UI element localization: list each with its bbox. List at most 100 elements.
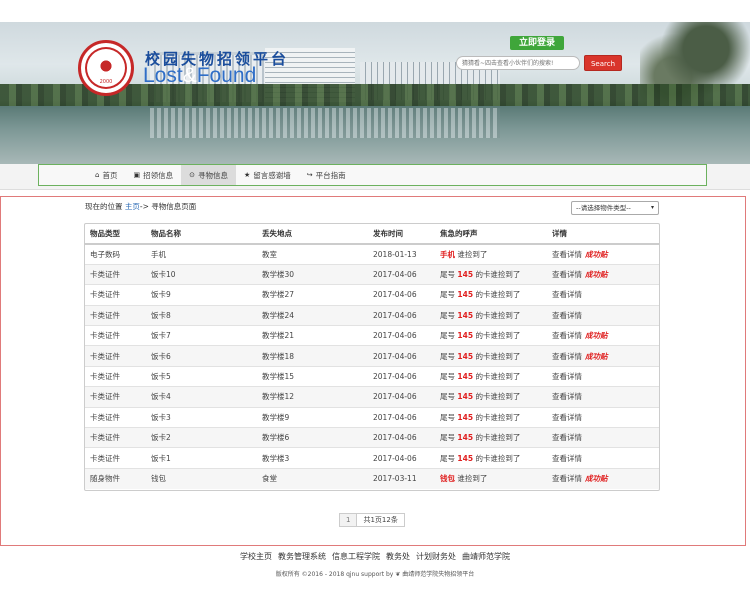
table-row: 卡类证件 饭卡6 教学楼18 2017-04-06 尾号 145 的卡谁捡到了 查看详情成… [85, 345, 659, 367]
footer-link[interactable]: 计划财务处 [416, 552, 456, 561]
share-icon: ↪ [306, 171, 313, 179]
success-badge: 成功贴 [585, 331, 608, 341]
search-input[interactable] [456, 56, 580, 70]
pagination: 1 共1页12条 [339, 513, 405, 527]
call-prefix: 尾号 [440, 392, 455, 402]
nav-menu: ⌂ 首页 ▣ 招领信息 ⊙ 寻物信息 ★ 留言感谢墙 ↪ 平台指南 [38, 164, 707, 186]
view-details-link[interactable]: 查看详情 [552, 433, 582, 442]
view-details-link[interactable]: 查看详情 [552, 290, 582, 299]
search-button[interactable]: Search [584, 55, 622, 71]
call-prefix: 尾号 [440, 372, 455, 382]
footer-link[interactable]: 信息工程学院 [332, 552, 380, 561]
view-details-link[interactable]: 查看详情 [552, 413, 582, 422]
view-details-link[interactable]: 查看详情 [552, 270, 582, 279]
cell-call: 尾号 145 的卡谁捡到了 [435, 447, 547, 469]
cell-call: 尾号 145 的卡谁捡到了 [435, 263, 547, 285]
call-prefix: 尾号 [440, 412, 455, 422]
cell-detail: 查看详情 成功贴 [547, 243, 659, 265]
cell-place: 教学楼27 [257, 284, 368, 306]
cell-detail: 查看详情 [547, 427, 659, 448]
subtitle-amp: & [182, 64, 197, 87]
page-1-button[interactable]: 1 [339, 513, 358, 527]
cell-name: 饭卡1 [146, 447, 257, 469]
footer-link[interactable]: 曲靖师范学院 [462, 552, 510, 561]
cell-place: 教学楼18 [257, 345, 368, 367]
chevron-down-icon: ▾ [650, 204, 654, 211]
cell-type: 卡类证件 [85, 325, 146, 346]
leaf-icon: ❦ [395, 571, 401, 578]
navbar: ⌂ 首页 ▣ 招领信息 ⊙ 寻物信息 ★ 留言感谢墙 ↪ 平台指南 [0, 164, 750, 190]
footer-link[interactable]: 教务处 [386, 552, 410, 561]
cell-time: 2017-04-06 [368, 427, 435, 448]
platform-name: 曲靖师范学院失物招领平台 [402, 571, 475, 578]
call-suffix: 的卡谁捡到了 [475, 310, 521, 320]
nav-item-label: 招领信息 [143, 170, 174, 180]
footer-link[interactable]: 学校主页 [240, 552, 272, 561]
cell-call: 手机 谁捡到了 [435, 243, 547, 265]
call-highlight: 145 [457, 331, 474, 341]
call-highlight: 钱包 [440, 474, 455, 484]
footer-link[interactable]: 教务管理系统 [278, 552, 326, 561]
nav-item[interactable]: ↪ 平台指南 [299, 165, 354, 185]
table-row: 卡类证件 饭卡5 教学楼15 2017-04-06 尾号 145 的卡谁捡到了 查看详情 [85, 365, 659, 387]
view-details-link[interactable]: 查看详情 [552, 250, 582, 259]
cell-place: 教学楼12 [257, 386, 368, 408]
call-suffix: 的卡谁捡到了 [475, 290, 521, 300]
nav-item[interactable]: ★ 留言感谢墙 [236, 165, 299, 185]
view-details-link[interactable]: 查看详情 [552, 331, 582, 340]
breadcrumb: 现在的位置 主页-> 寻物信息页面 [85, 201, 196, 212]
copyright: 版权所有 ©2016 - 2018 qjnu support by ❦ 曲靖师范… [0, 569, 750, 578]
nav-item[interactable]: ⊙ 寻物信息 [181, 165, 236, 185]
view-details-link[interactable]: 查看详情 [552, 474, 582, 483]
nav-item[interactable]: ⌂ 首页 [87, 165, 125, 185]
banner-reflection [150, 108, 500, 138]
view-details-link[interactable]: 查看详情 [552, 372, 582, 381]
cell-type: 卡类证件 [85, 386, 146, 408]
cell-detail: 查看详情 [547, 447, 659, 469]
call-suffix: 的卡谁捡到了 [475, 453, 521, 463]
call-prefix: 尾号 [440, 310, 455, 320]
cell-type: 随身物件 [85, 467, 146, 489]
cell-call: 尾号 145 的卡谁捡到了 [435, 325, 547, 346]
cell-call: 尾号 145 的卡谁捡到了 [435, 365, 547, 387]
call-highlight: 145 [457, 372, 474, 382]
star-icon: ★ [243, 171, 251, 179]
cell-detail: 查看详情 成功贴 [547, 325, 659, 346]
call-highlight: 145 [457, 392, 474, 402]
call-suffix: 的卡谁捡到了 [475, 372, 521, 382]
breadcrumb-separator: -> [139, 202, 149, 211]
home-icon: ⌂ [95, 171, 100, 179]
cell-detail: 查看详情 [547, 386, 659, 408]
cell-name: 饭卡2 [146, 427, 257, 448]
cell-call: 尾号 145 的卡谁捡到了 [435, 284, 547, 306]
content-frame: 现在的位置 主页-> 寻物信息页面 --请选择物件类型-- ▾ 物品类型 物品名称… [0, 196, 746, 546]
table-row: 卡类证件 饭卡1 教学楼3 2017-04-06 尾号 145 的卡谁捡到了 查看详情 [85, 447, 659, 469]
view-details-link[interactable]: 查看详情 [552, 352, 582, 361]
call-suffix: 的卡谁捡到了 [475, 331, 521, 341]
copyright-text: 版权所有 ©2016 - 2018 qjnu support by [275, 571, 394, 578]
cell-type: 电子数码 [85, 243, 146, 265]
call-suffix: 的卡谁捡到了 [475, 433, 521, 443]
nav-item-label: 平台指南 [315, 170, 346, 180]
call-prefix: 尾号 [440, 433, 455, 443]
view-details-link[interactable]: 查看详情 [552, 311, 582, 320]
cell-time: 2017-04-06 [368, 447, 435, 469]
login-button[interactable]: 立即登录 [510, 36, 564, 50]
type-select[interactable]: --请选择物件类型-- ▾ [571, 201, 659, 215]
call-prefix: 尾号 [440, 453, 455, 463]
nav-item[interactable]: ▣ 招领信息 [125, 165, 181, 185]
search-icon: ⊙ [189, 171, 195, 179]
breadcrumb-current: 寻物信息页面 [151, 202, 197, 211]
school-logo: 2000 [78, 40, 134, 96]
cell-time: 2017-03-11 [368, 467, 435, 489]
cell-detail: 查看详情 [547, 365, 659, 387]
cell-name: 饭卡4 [146, 386, 257, 408]
nav-item-label: 寻物信息 [197, 170, 228, 180]
breadcrumb-home-link[interactable]: 主页 [125, 202, 140, 211]
view-details-link[interactable]: 查看详情 [552, 454, 582, 463]
table-row: 卡类证件 饭卡7 教学楼21 2017-04-06 尾号 145 的卡谁捡到了 查看详情成… [85, 325, 659, 346]
cell-type: 卡类证件 [85, 345, 146, 367]
site-subtitle: Lost&Found [143, 64, 256, 88]
view-details-link[interactable]: 查看详情 [552, 392, 582, 401]
page-summary: 共1页12条 [357, 513, 405, 527]
